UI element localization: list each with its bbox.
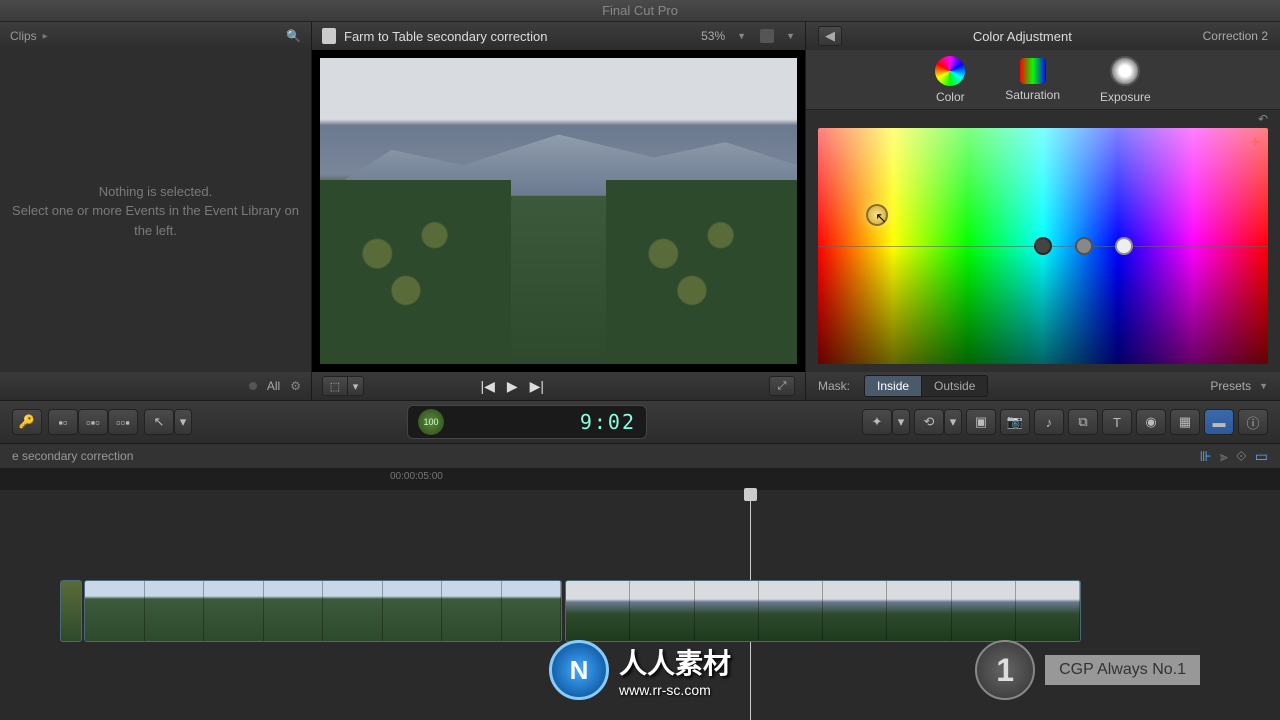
mask-label: Mask: [818,379,850,393]
retime-tool[interactable]: ⟲ [914,409,944,435]
all-filter[interactable]: All [267,379,280,393]
undo-row: ↶ [806,110,1280,128]
watermark-badge: 1 CGP Always No.1 [975,640,1200,700]
event-sidebar: Clips ▸ 🔍 Nothing is selected. Select on… [0,22,312,400]
enhance-tool[interactable]: ✦ [862,409,892,435]
transport-controls: |◀ ▶ ▶| [480,378,544,395]
video-frame [320,58,797,364]
view-dropdown-icon[interactable]: ▼ [786,31,795,41]
timeline-clip[interactable]: Orange grove solar flare [84,580,562,642]
settings-icon[interactable] [760,29,774,43]
highlights-puck[interactable] [1115,237,1133,255]
fit-button[interactable]: ⬚ [322,376,348,396]
retime-dropdown-icon[interactable]: ▾ [944,409,962,435]
media-tool[interactable]: ▣ [966,409,996,435]
viewer-header: Farm to Table secondary correction 53% ▼… [312,22,805,50]
watermark-cn: 人人素材 [619,642,731,682]
correction-label: Correction 2 [1203,29,1268,43]
insert-tool[interactable]: ▫▪▫ [78,409,108,435]
clip-fragment[interactable] [60,580,82,642]
solo-icon[interactable]: ▭ [1255,448,1268,465]
add-icon[interactable]: + [1251,134,1260,152]
settings-icon[interactable]: ⚙ [290,379,301,393]
skimming-icon[interactable]: ⊪ [1200,448,1212,465]
photo-tool[interactable]: 📷 [1000,409,1030,435]
sidebar-empty-message: Nothing is selected. Select one or more … [0,50,311,372]
cursor-icon: ↖ [875,209,887,226]
presets-menu[interactable]: Presets▼ [1210,379,1268,393]
inspector-tool[interactable]: ⓘ [1238,409,1268,435]
tab-saturation[interactable]: Saturation [1005,58,1060,102]
sidebar-header[interactable]: Clips ▸ 🔍 [0,22,311,50]
color-board[interactable]: ↖ + [818,128,1268,364]
prev-button[interactable]: |◀ [480,378,494,395]
theme-tool[interactable]: ▦ [1170,409,1200,435]
select-tool[interactable]: ↖ [144,409,174,435]
color-tool[interactable]: ▬ [1204,409,1234,435]
mask-outside-button[interactable]: Outside [922,375,988,397]
watermark-number: 1 [975,640,1035,700]
watermark-tag: CGP Always No.1 [1045,655,1200,685]
transition-tool[interactable]: ⧉ [1068,409,1098,435]
timecode-value: 9:02 [580,410,636,434]
saturation-icon [1020,58,1046,84]
tab-exposure[interactable]: Exposure [1100,56,1151,104]
main-toolbar: 🔑 ▪▫ ▫▪▫ ▫▫▪ ↖ ▾ 100 9:02 ✦▾ ⟲▾ ▣ 📷 ♪ ⧉ … [0,400,1280,444]
connect-tool[interactable]: ▪▫ [48,409,78,435]
document-icon [322,28,336,44]
key-tool[interactable]: 🔑 [12,409,42,435]
append-tool[interactable]: ▫▫▪ [108,409,138,435]
watermark-logo-icon: N [549,640,609,700]
timeline-clip[interactable]: Mountain orchard tilt down [565,580,1081,642]
status-dot-icon [249,382,257,390]
fullscreen-button[interactable]: ⤢ [769,376,795,396]
viewer-panel: Farm to Table secondary correction 53% ▼… [312,22,806,400]
undo-icon[interactable]: ↶ [1258,112,1268,126]
tool-dropdown-icon[interactable]: ▾ [174,409,192,435]
title-tool[interactable]: T [1102,409,1132,435]
snap-icon[interactable]: ⟐ [1236,448,1247,465]
viewer-footer: ⬚ ▾ |◀ ▶ ▶| ⤢ [312,372,805,400]
shadows-puck[interactable] [1034,237,1052,255]
search-icon[interactable]: 🔍 [286,29,301,43]
zoom-level[interactable]: 53% [701,29,725,43]
inspector-footer: Mask: Inside Outside Presets▼ [806,372,1280,400]
inspector-title: Color Adjustment [842,29,1203,44]
fit-dropdown-icon[interactable]: ▾ [348,376,364,396]
chevron-down-icon: ▼ [1259,381,1268,391]
chevron-right-icon: ▸ [43,31,48,42]
inspector-header: ◀ Color Adjustment Correction 2 [806,22,1280,50]
zoom-dropdown-icon[interactable]: ▼ [737,31,746,41]
sidebar-footer: All ⚙ [0,372,311,400]
tab-color[interactable]: Color [935,56,965,104]
mask-inside-button[interactable]: Inside [864,375,922,397]
viewer-canvas[interactable] [312,50,805,372]
next-button[interactable]: ▶| [530,378,544,395]
music-tool[interactable]: ♪ [1034,409,1064,435]
inspector-panel: ◀ Color Adjustment Correction 2 Color Sa… [806,22,1280,400]
mask-segment: Inside Outside [864,375,988,397]
project-title: Farm to Table secondary correction [344,29,548,44]
watermark: N 人人素材 www.rr-sc.com [549,640,731,700]
enhance-dropdown-icon[interactable]: ▾ [892,409,910,435]
timeline-ruler[interactable]: 00:00:05:00 [0,468,1280,490]
titlebar: Final Cut Pro [0,0,1280,22]
back-button[interactable]: ◀ [818,26,842,46]
clips-label: Clips [10,29,37,43]
ruler-mark: 00:00:05:00 [390,471,443,482]
timeline-header: e secondary correction ⊪ ⫸ ⟐ ▭ [0,444,1280,468]
color-wheel-icon [935,56,965,86]
timeline-title: e secondary correction [12,449,133,463]
timecode-display[interactable]: 100 9:02 [407,405,647,439]
watermark-url: www.rr-sc.com [619,682,731,698]
generator-tool[interactable]: ◉ [1136,409,1166,435]
exposure-icon [1110,56,1140,86]
timecode-badge: 100 [418,409,444,435]
adjustment-tabs: Color Saturation Exposure [806,50,1280,110]
midtones-puck[interactable] [1075,237,1093,255]
play-button[interactable]: ▶ [507,378,518,395]
audio-skim-icon[interactable]: ⫸ [1220,448,1228,465]
